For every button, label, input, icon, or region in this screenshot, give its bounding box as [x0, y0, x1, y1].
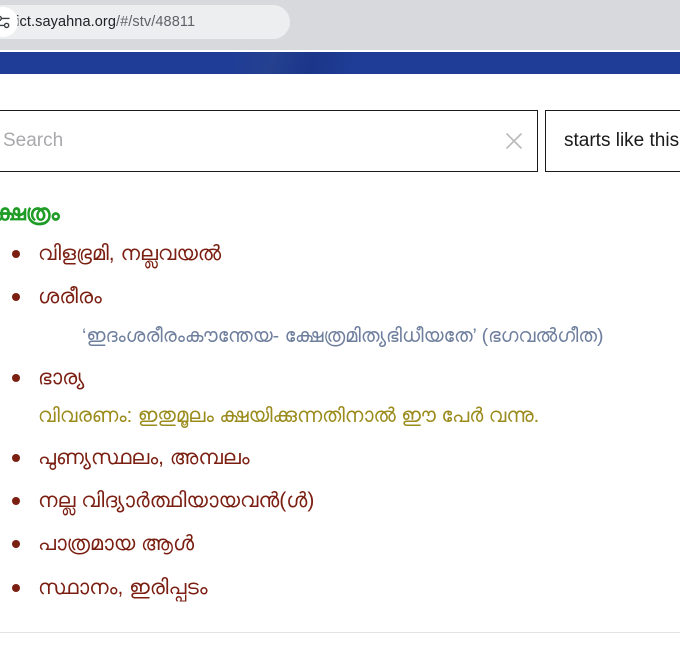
omnibox-url-path: /#/stv/48811 — [116, 14, 196, 30]
bullet-icon — [12, 497, 20, 506]
sense-text: സ്ഥാനം, ഇരിപ്പടം — [38, 575, 208, 599]
omnibox-url-host: dict.sayahna.org — [8, 14, 116, 30]
close-x-icon — [506, 133, 522, 149]
bullet-icon — [12, 250, 20, 258]
list-item: വിളഭ്രമി, നല്ലവയൽ — [0, 239, 680, 269]
sense-text: പാത്രമായ ആൾ — [38, 532, 195, 556]
site-topbar — [0, 52, 680, 74]
sense-note: വിവരണം: ഇതുമൂലം ക്ഷയിക്കുന്നതിനാൽ ഈ പേർ … — [38, 404, 540, 427]
list-item: സ്ഥാനം, ഇരിപ്പടം — [0, 573, 680, 603]
search-clear-button[interactable] — [491, 111, 537, 171]
sense-text: വിളഭ്രമി, നല്ലവയൽ — [38, 242, 222, 265]
sense-text: പുണ്യസ്ഥലം, അമ്പലം — [38, 445, 250, 469]
omnibox-url-text: dict.sayahna.org/#/stv/48811 — [8, 14, 195, 30]
dictionary-entry: ക്ഷേത്രം വിളഭ്രമി, നല്ലവയൽ ശരീരം ‘ഇദംശരീ… — [0, 196, 680, 616]
list-item: നല്ല വിദ്യാർത്ഥിയായവൻ(ൾ) — [0, 486, 680, 516]
search-input[interactable] — [0, 111, 491, 171]
entry-headword: ക്ഷേത്രം — [0, 200, 60, 225]
browser-chrome: dict.sayahna.org/#/stv/48811 — [0, 0, 680, 50]
search-field[interactable] — [0, 110, 538, 172]
bullet-icon — [12, 374, 20, 383]
list-item: ഭാര്യ വിവരണം: ഇതുമൂലം ക്ഷയിക്കുന്നതിനാൽ … — [0, 363, 680, 429]
bullet-icon — [12, 540, 20, 549]
bullet-icon — [12, 453, 20, 462]
list-item: പുണ്യസ്ഥലം, അമ്പലം — [0, 443, 680, 473]
sense-text: നല്ല വിദ്യാർത്ഥിയായവൻ(ൾ) — [38, 489, 315, 513]
bullet-icon — [12, 293, 20, 302]
omnibox[interactable]: dict.sayahna.org/#/stv/48811 — [0, 5, 290, 39]
sense-text: ഭാര്യ — [38, 366, 85, 390]
sense-text: ശരീരം — [38, 285, 102, 309]
sense-citation: ‘ഇദംശരീരംകൗന്തേയ- ക്ഷേത്രമിത്യഭിധീയതേ’ (… — [82, 324, 604, 347]
match-mode-selector[interactable]: starts like this — [545, 110, 680, 172]
site-settings-icon[interactable] — [0, 7, 18, 37]
match-mode-label: starts like this — [564, 130, 680, 151]
bullet-icon — [12, 583, 20, 592]
sense-list: വിളഭ്രമി, നല്ലവയൽ ശരീരം ‘ഇദംശരീരംകൗന്തേയ… — [0, 239, 680, 603]
section-divider — [0, 632, 680, 633]
search-row: starts like this — [0, 110, 680, 172]
list-item: ശരീരം ‘ഇദംശരീരംകൗന്തേയ- ക്ഷേത്രമിത്യഭിധീ… — [0, 282, 680, 350]
list-item: പാത്രമായ ആൾ — [0, 529, 680, 559]
